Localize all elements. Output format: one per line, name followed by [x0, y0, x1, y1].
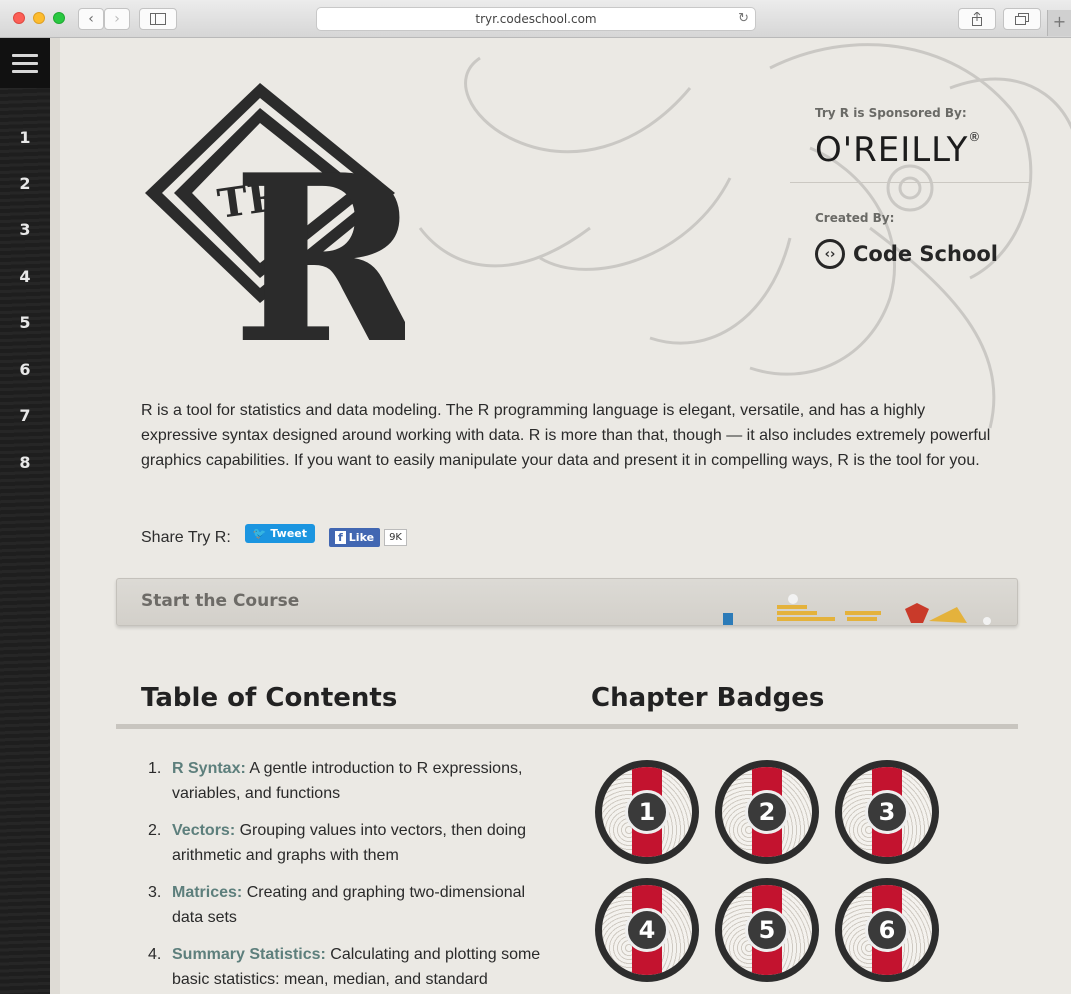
oreilly-name: O'REILLY	[815, 130, 969, 170]
back-button[interactable]: ‹	[78, 8, 104, 30]
sidebar-chapter-5[interactable]: 5	[0, 313, 50, 332]
reload-icon[interactable]: ↻	[738, 8, 749, 30]
toc-item-text: Matrices: Creating and graphing two-dime…	[172, 880, 558, 930]
toc-link-matrices[interactable]: Matrices:	[172, 884, 242, 901]
toc-item-text: Vectors: Grouping values into vectors, t…	[172, 818, 558, 868]
browser-toolbar: ‹ › tryr.codeschool.com ↻ +	[0, 0, 1071, 38]
badge-art: 3	[842, 767, 932, 857]
created-label: Created By:	[815, 211, 895, 225]
toc-link-vectors[interactable]: Vectors:	[172, 822, 235, 839]
toc-link-summary-statistics[interactable]: Summary Statistics:	[172, 946, 326, 963]
sidebar-icon	[150, 13, 166, 25]
chapter-badge-2[interactable]: 2	[715, 760, 819, 864]
chapter-badge-5[interactable]: 5	[715, 878, 819, 982]
twitter-bird-icon: 🐦	[252, 527, 267, 540]
share-icon	[972, 12, 982, 26]
start-course-button[interactable]: Start the Course	[116, 578, 1018, 626]
hamburger-icon-line	[12, 61, 38, 65]
sponsored-label: Try R is Sponsored By:	[815, 106, 967, 120]
sidebar-chapter-4[interactable]: 4	[0, 267, 50, 286]
try-r-logo: TRY R	[145, 83, 405, 363]
url-text: tryr.codeschool.com	[475, 12, 597, 26]
sidebar-toggle-button[interactable]	[139, 8, 177, 30]
close-window-button[interactable]	[13, 12, 25, 24]
tweet-button[interactable]: 🐦 Tweet	[244, 524, 315, 543]
hamburger-icon	[12, 53, 38, 57]
sidebar-chapter-3[interactable]: 3	[0, 220, 50, 239]
toc-item-text: R Syntax: A gentle introduction to R exp…	[172, 756, 558, 806]
sponsor-block: Try R is Sponsored By: O'REILLY® Created…	[790, 106, 1035, 269]
badge-art: 5	[722, 885, 812, 975]
oreilly-logo[interactable]: O'REILLY®	[815, 130, 1035, 170]
plus-icon: +	[1052, 12, 1067, 31]
share-row: Share Try R: 🐦 Tweet f Like 9K	[141, 524, 407, 547]
chapter-badge-4[interactable]: 4	[595, 878, 699, 982]
badge-number: 2	[745, 790, 789, 834]
chevron-right-icon: ›	[114, 11, 120, 27]
like-count: 9K	[384, 529, 407, 546]
like-label: Like	[348, 531, 375, 544]
treasure-decoration	[723, 594, 991, 625]
badge-art: 2	[722, 767, 812, 857]
facebook-like-button[interactable]: f Like	[329, 528, 381, 547]
toc-item: 3. Matrices: Creating and graphing two-d…	[148, 880, 558, 930]
hamburger-icon-line	[12, 69, 38, 73]
badge-number: 3	[865, 790, 909, 834]
chapter-badge-6[interactable]: 6	[835, 878, 939, 982]
toc-item-number: 2.	[148, 822, 162, 839]
toc-item-number: 4.	[148, 946, 162, 963]
menu-button[interactable]	[0, 38, 50, 88]
toc-item: 2. Vectors: Grouping values into vectors…	[148, 818, 558, 868]
facebook-icon: f	[335, 531, 346, 544]
zoom-window-button[interactable]	[53, 12, 65, 24]
sidebar-chapter-8[interactable]: 8	[0, 453, 50, 472]
badges-heading: Chapter Badges	[591, 683, 825, 713]
section-divider	[116, 724, 1018, 729]
chevron-left-icon: ‹	[88, 11, 94, 27]
badge-number: 1	[625, 790, 669, 834]
sidebar-chapter-2[interactable]: 2	[0, 174, 50, 193]
main-content: TRY R Try R is Sponsored By: O'REILLY® C…	[50, 38, 1071, 994]
sidebar-chapter-6[interactable]: 6	[0, 360, 50, 379]
code-brackets-icon: ‹›	[815, 239, 845, 269]
badge-art: 1	[602, 767, 692, 857]
badge-number: 4	[625, 908, 669, 952]
code-school-logo[interactable]: ‹› Code School	[815, 239, 1035, 269]
toc-item: 4. Summary Statistics: Calculating and p…	[148, 942, 558, 992]
start-course-label: Start the Course	[141, 591, 300, 611]
chapter-sidebar: 1 2 3 4 5 6 7 8	[0, 38, 50, 994]
logo-r-text: R	[232, 125, 405, 363]
intro-paragraph: R is a tool for statistics and data mode…	[141, 402, 991, 469]
chapter-badge-1[interactable]: 1	[595, 760, 699, 864]
badge-art: 4	[602, 885, 692, 975]
toc-link-r-syntax[interactable]: R Syntax:	[172, 760, 246, 777]
address-bar[interactable]: tryr.codeschool.com ↻	[316, 7, 756, 31]
toc-item-number: 3.	[148, 884, 162, 901]
registered-mark: ®	[968, 130, 982, 144]
tabs-overview-button[interactable]	[1003, 8, 1041, 30]
sponsor-divider	[790, 182, 1030, 183]
share-button[interactable]	[958, 8, 996, 30]
tabs-icon	[1015, 13, 1029, 25]
sidebar-chapter-7[interactable]: 7	[0, 406, 50, 425]
badge-number: 5	[745, 908, 789, 952]
forward-button[interactable]: ›	[104, 8, 130, 30]
toc-item: 1. R Syntax: A gentle introduction to R …	[148, 756, 558, 806]
new-tab-button[interactable]: +	[1047, 10, 1071, 36]
creator-name: Code School	[853, 242, 999, 266]
badge-art: 6	[842, 885, 932, 975]
chapter-badge-3[interactable]: 3	[835, 760, 939, 864]
toc-item-text: Summary Statistics: Calculating and plot…	[172, 942, 558, 992]
minimize-window-button[interactable]	[33, 12, 45, 24]
share-label: Share Try R:	[141, 528, 231, 546]
toc-item-number: 1.	[148, 760, 162, 777]
toc-list: 1. R Syntax: A gentle introduction to R …	[148, 756, 558, 994]
sidebar-chapter-1[interactable]: 1	[0, 128, 50, 147]
badge-number: 6	[865, 908, 909, 952]
tweet-label: Tweet	[270, 527, 307, 540]
toc-heading: Table of Contents	[141, 683, 398, 713]
